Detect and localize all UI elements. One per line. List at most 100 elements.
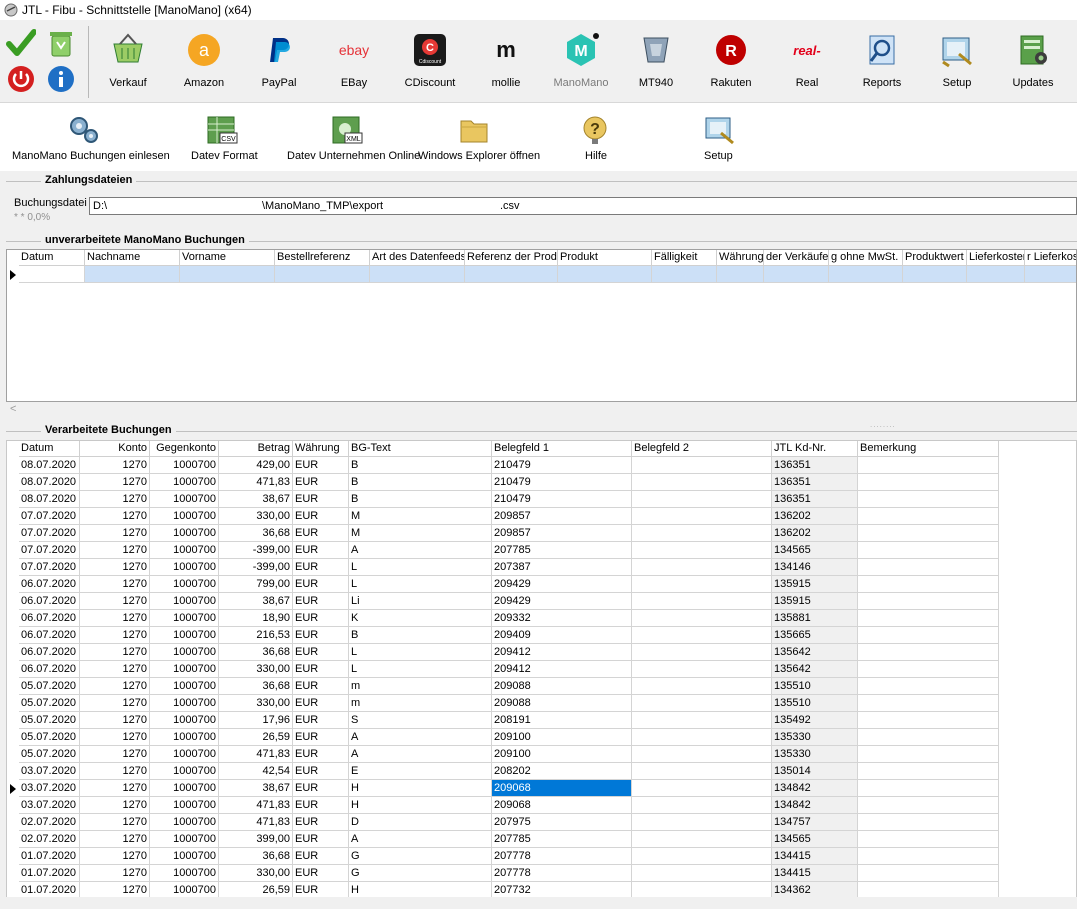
scroll-left-icon[interactable]: <: [10, 403, 16, 415]
table-cell[interactable]: 209429: [492, 593, 632, 610]
column-header[interactable]: Bestellreferenz: [275, 250, 370, 266]
unprocessed-hscroll[interactable]: <: [6, 402, 1077, 416]
table-cell[interactable]: 134565: [772, 831, 858, 848]
table-cell[interactable]: 471,83: [219, 746, 293, 763]
table-cell[interactable]: 799,00: [219, 576, 293, 593]
table-cell[interactable]: 135330: [772, 729, 858, 746]
table-cell[interactable]: 1270: [80, 474, 150, 491]
table-cell[interactable]: B: [349, 627, 492, 644]
table-cell[interactable]: 209409: [492, 627, 632, 644]
table-cell[interactable]: [858, 746, 999, 763]
new-row-cell[interactable]: [558, 266, 652, 283]
table-cell[interactable]: 429,00: [219, 457, 293, 474]
table-cell[interactable]: 03.07.2020: [19, 780, 80, 797]
new-row-cell[interactable]: [275, 266, 370, 283]
table-cell[interactable]: 135915: [772, 576, 858, 593]
table-cell[interactable]: D: [349, 814, 492, 831]
table-cell[interactable]: EUR: [293, 763, 349, 780]
table-cell[interactable]: EUR: [293, 593, 349, 610]
toolbar-mt940-button[interactable]: MT940: [620, 28, 692, 98]
table-cell[interactable]: 1000700: [150, 627, 219, 644]
table-cell[interactable]: 1270: [80, 746, 150, 763]
column-header[interactable]: JTL Kd-Nr.: [772, 441, 858, 457]
table-cell[interactable]: 208202: [492, 763, 632, 780]
table-cell[interactable]: 135330: [772, 746, 858, 763]
table-cell[interactable]: 1000700: [150, 814, 219, 831]
table-cell[interactable]: 210479: [492, 457, 632, 474]
column-header[interactable]: Produktwert: [903, 250, 967, 266]
table-cell[interactable]: [632, 644, 772, 661]
table-cell[interactable]: 330,00: [219, 508, 293, 525]
checkmark-icon[interactable]: [6, 28, 36, 58]
table-cell[interactable]: EUR: [293, 627, 349, 644]
table-cell[interactable]: 216,53: [219, 627, 293, 644]
table-cell[interactable]: 135510: [772, 678, 858, 695]
column-header[interactable]: Produkt: [558, 250, 652, 266]
table-cell[interactable]: [858, 610, 999, 627]
table-cell[interactable]: 42,54: [219, 763, 293, 780]
table-cell[interactable]: [858, 661, 999, 678]
table-cell[interactable]: [632, 593, 772, 610]
table-cell[interactable]: [632, 831, 772, 848]
column-header[interactable]: Währung: [717, 250, 764, 266]
toolbar-paypal-button[interactable]: PayPal: [243, 28, 315, 98]
table-cell[interactable]: [858, 695, 999, 712]
table-cell[interactable]: [632, 746, 772, 763]
table-cell[interactable]: EUR: [293, 695, 349, 712]
table-cell[interactable]: 207975: [492, 814, 632, 831]
table-cell[interactable]: 1000700: [150, 474, 219, 491]
table-cell[interactable]: 1000700: [150, 831, 219, 848]
toolbar-ebay-button[interactable]: ebay EBay: [318, 28, 390, 98]
table-cell[interactable]: 134842: [772, 797, 858, 814]
table-cell[interactable]: [632, 865, 772, 882]
table-cell[interactable]: 1270: [80, 542, 150, 559]
table-cell[interactable]: L: [349, 576, 492, 593]
processed-grid[interactable]: Datum Konto Gegenkonto Betrag Währung BG-Text…: [6, 440, 1077, 900]
table-cell[interactable]: 26,59: [219, 729, 293, 746]
table-cell[interactable]: Li: [349, 593, 492, 610]
table-cell[interactable]: [632, 661, 772, 678]
table-cell[interactable]: 1270: [80, 644, 150, 661]
module-setup-button[interactable]: Setup: [694, 111, 744, 169]
table-cell[interactable]: EUR: [293, 780, 349, 797]
table-cell[interactable]: [632, 763, 772, 780]
table-cell[interactable]: A: [349, 542, 492, 559]
new-row-cell[interactable]: [829, 266, 903, 283]
new-row-cell[interactable]: [652, 266, 717, 283]
table-cell[interactable]: 471,83: [219, 474, 293, 491]
table-cell[interactable]: [858, 474, 999, 491]
table-cell[interactable]: 209412: [492, 661, 632, 678]
column-header[interactable]: Datum: [19, 441, 80, 457]
table-cell[interactable]: EUR: [293, 848, 349, 865]
table-cell[interactable]: 136351: [772, 457, 858, 474]
table-cell[interactable]: 1000700: [150, 780, 219, 797]
table-cell[interactable]: 399,00: [219, 831, 293, 848]
table-cell[interactable]: 05.07.2020: [19, 695, 80, 712]
table-cell[interactable]: 36,68: [219, 644, 293, 661]
table-cell[interactable]: EUR: [293, 831, 349, 848]
table-cell[interactable]: 1270: [80, 559, 150, 576]
column-header[interactable]: Belegfeld 1: [492, 441, 632, 457]
table-cell[interactable]: [858, 780, 999, 797]
table-cell[interactable]: [858, 457, 999, 474]
table-cell[interactable]: 1000700: [150, 644, 219, 661]
table-cell[interactable]: 1000700: [150, 797, 219, 814]
table-cell[interactable]: 1000700: [150, 508, 219, 525]
table-cell[interactable]: [632, 542, 772, 559]
table-cell[interactable]: 05.07.2020: [19, 746, 80, 763]
table-cell[interactable]: 209068: [492, 797, 632, 814]
column-header[interactable]: Art des Datenfeeds: [370, 250, 465, 266]
table-cell[interactable]: [632, 780, 772, 797]
table-cell[interactable]: 209100: [492, 729, 632, 746]
table-cell[interactable]: 03.07.2020: [19, 763, 80, 780]
table-cell[interactable]: 1000700: [150, 661, 219, 678]
table-cell[interactable]: 134415: [772, 865, 858, 882]
info-icon[interactable]: [46, 64, 76, 94]
table-cell[interactable]: EUR: [293, 474, 349, 491]
table-cell[interactable]: 135510: [772, 695, 858, 712]
table-cell[interactable]: [858, 508, 999, 525]
table-cell[interactable]: 36,68: [219, 848, 293, 865]
table-cell[interactable]: [858, 763, 999, 780]
table-cell[interactable]: [632, 695, 772, 712]
table-cell[interactable]: EUR: [293, 457, 349, 474]
